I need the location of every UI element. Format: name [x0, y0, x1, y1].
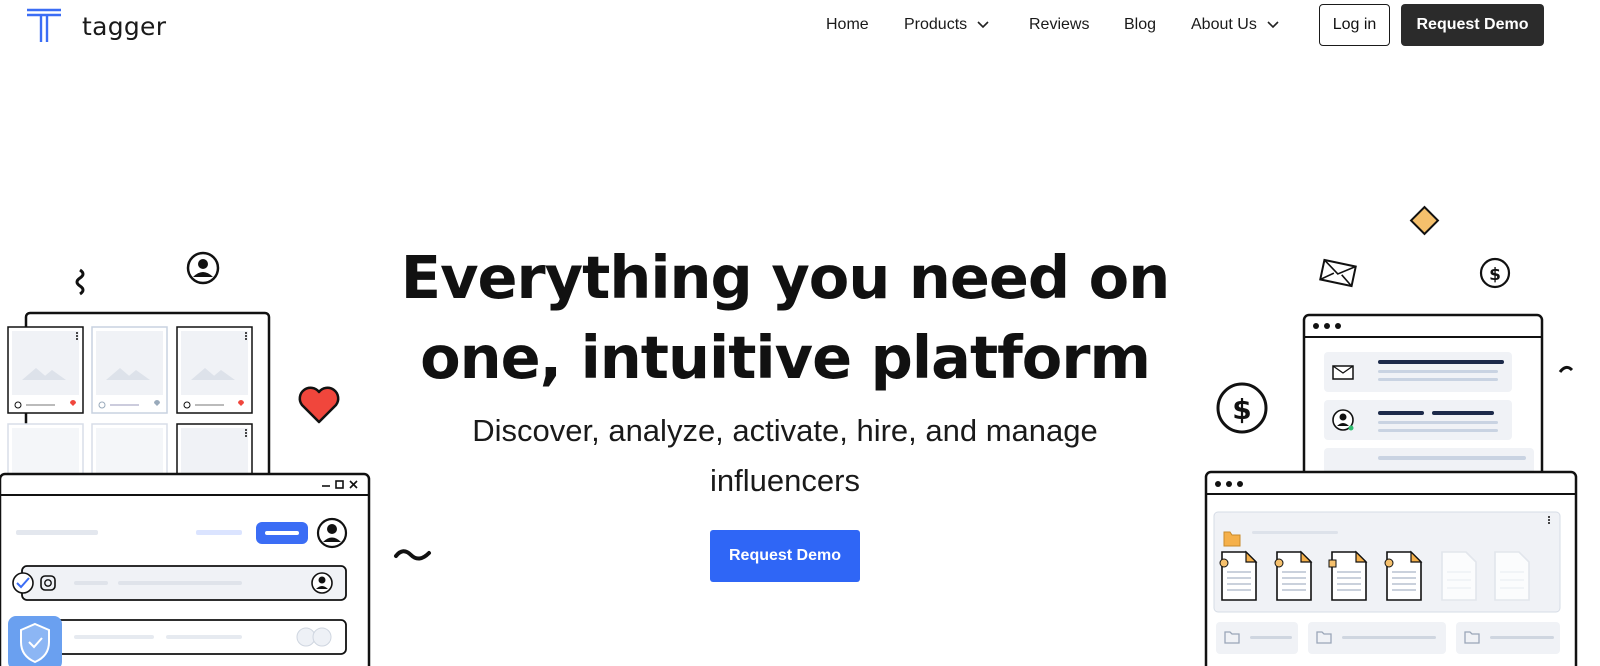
- nav-reviews-label: Reviews: [1029, 16, 1090, 33]
- dollar-icon: $: [1479, 257, 1511, 289]
- dollar-icon: $: [1216, 382, 1268, 434]
- document-icon: [1384, 550, 1423, 601]
- document-icon: [1441, 551, 1477, 601]
- menu-dots-icon: [1215, 481, 1243, 487]
- top-navbar: tagger Home Products Reviews Blog About …: [0, 0, 1600, 52]
- check-icon: [12, 572, 34, 594]
- nav-about-us[interactable]: About Us: [1191, 16, 1279, 34]
- document-icon: [1219, 550, 1258, 601]
- nav-blog[interactable]: Blog: [1124, 16, 1156, 34]
- chevron-down-icon: [977, 21, 989, 29]
- hero-subtitle: Discover, analyze, activate, hire, and m…: [430, 406, 1140, 506]
- shield-icon: [20, 622, 50, 664]
- logo[interactable]: tagger: [26, 8, 166, 44]
- hero-title-line-2: one, intuitive platform: [420, 323, 1151, 392]
- nav-about-label: About Us: [1191, 16, 1257, 33]
- nav-home[interactable]: Home: [826, 16, 869, 34]
- gallery-tiles: [7, 326, 253, 485]
- document-icon: [1274, 550, 1313, 601]
- left-illustration: [0, 251, 431, 666]
- tilde-decoration: [394, 549, 431, 561]
- nav-products[interactable]: Products: [904, 16, 989, 34]
- mail-icon: [1319, 258, 1357, 288]
- svg-text:$: $: [1232, 393, 1251, 426]
- login-button[interactable]: Log in: [1319, 4, 1390, 46]
- request-demo-header-button[interactable]: Request Demo: [1401, 4, 1544, 46]
- nav-blog-label: Blog: [1124, 16, 1157, 33]
- nav-home-label: Home: [826, 16, 869, 33]
- brand-name: tagger: [82, 11, 167, 41]
- user-icon: [316, 517, 348, 549]
- right-illustration: $ $: [1204, 205, 1578, 666]
- menu-dots-icon: [1313, 323, 1341, 329]
- hero-subtitle-line-1: Discover, analyze, activate, hire, and m…: [472, 413, 1098, 448]
- tagger-logo-icon: [27, 8, 61, 42]
- user-icon: [1332, 409, 1354, 431]
- user-icon: [186, 251, 220, 285]
- svg-text:$: $: [1489, 265, 1501, 285]
- request-demo-hero-button[interactable]: Request Demo: [710, 530, 860, 582]
- document-icon: [1328, 550, 1368, 601]
- heart-icon: [298, 386, 340, 424]
- hero-title: Everything you need on one, intuitive pl…: [360, 238, 1210, 398]
- document-icon: [1494, 551, 1530, 601]
- hero-subtitle-line-2: influencers: [710, 463, 860, 498]
- hero-title-line-1: Everything you need on: [400, 243, 1170, 312]
- nav-reviews[interactable]: Reviews: [1029, 16, 1089, 34]
- squiggle-decoration: [75, 268, 85, 296]
- chevron-down-icon: [1267, 21, 1279, 29]
- nav-products-label: Products: [904, 16, 968, 33]
- diamond-icon: [1409, 205, 1440, 236]
- mail-icon: [1332, 365, 1354, 380]
